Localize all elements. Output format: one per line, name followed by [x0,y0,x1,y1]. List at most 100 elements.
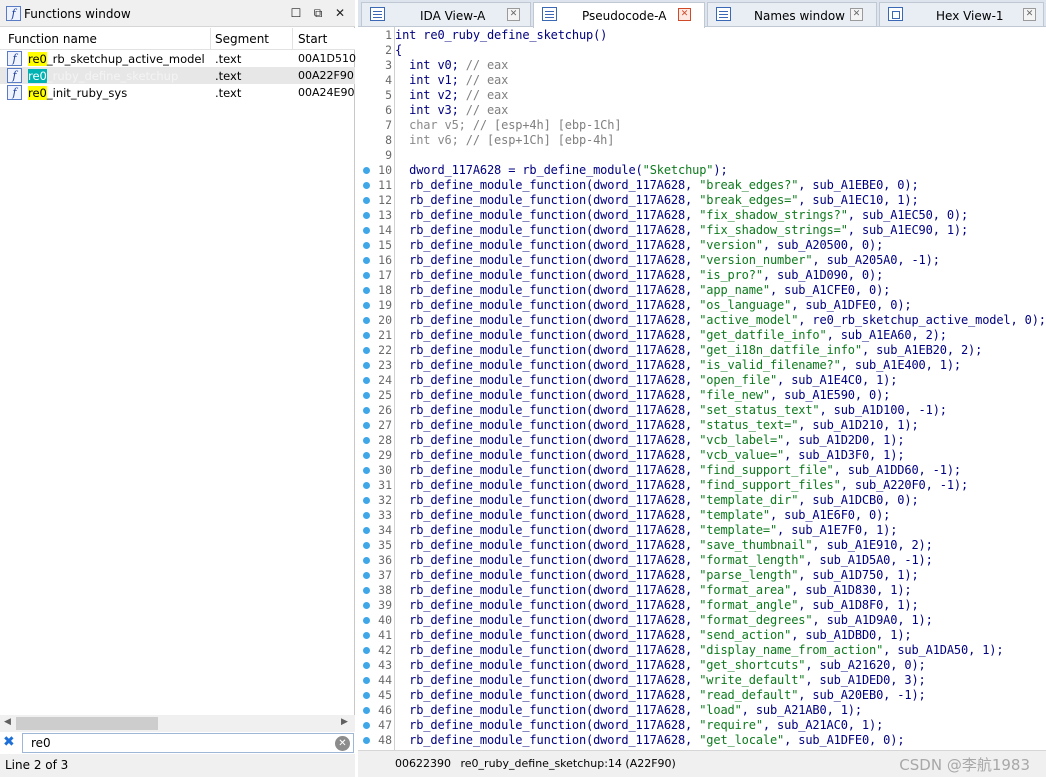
breakpoint-dot-icon[interactable] [363,662,370,669]
code-line[interactable]: 23 rb_define_module_function(dword_117A6… [358,358,1046,373]
tab-close-icon[interactable]: ✕ [678,8,691,21]
code-line[interactable]: 3 int v0; // eax [358,58,1046,73]
code-line[interactable]: 24 rb_define_module_function(dword_117A6… [358,373,1046,388]
tab-names-window[interactable]: Names window ✕ [707,2,877,26]
breakpoint-dot-icon[interactable] [363,572,370,579]
code-line[interactable]: 45 rb_define_module_function(dword_117A6… [358,688,1046,703]
pseudocode-view[interactable]: 1 int re0_ruby_define_sketchup() 2{3 int v… [358,27,1046,750]
code-line[interactable]: 21 rb_define_module_function(dword_117A6… [358,328,1046,343]
close-icon[interactable]: ✕ [331,4,349,22]
breakpoint-dot-icon[interactable] [363,692,370,699]
breakpoint-dot-icon[interactable] [363,227,370,234]
code-line[interactable]: 46 rb_define_module_function(dword_117A6… [358,703,1046,718]
code-line[interactable]: 11 rb_define_module_function(dword_117A6… [358,178,1046,193]
code-line[interactable]: 27 rb_define_module_function(dword_117A6… [358,418,1046,433]
tab-hex-view-1[interactable]: Hex View-1 ✕ [879,2,1044,26]
breakpoint-dot-icon[interactable] [363,347,370,354]
code-line[interactable]: 6 int v3; // eax [358,103,1046,118]
code-line[interactable]: 5 int v2; // eax [358,88,1046,103]
breakpoint-dot-icon[interactable] [363,167,370,174]
code-line[interactable]: 4 int v1; // eax [358,73,1046,88]
code-line[interactable]: 20 rb_define_module_function(dword_117A6… [358,313,1046,328]
column-function-name[interactable]: Function name [8,32,97,46]
breakpoint-dot-icon[interactable] [363,497,370,504]
breakpoint-dot-icon[interactable] [363,437,370,444]
code-line[interactable]: 10 dword_117A628 = rb_define_module("Ske… [358,163,1046,178]
breakpoint-dot-icon[interactable] [363,557,370,564]
code-line[interactable]: 41 rb_define_module_function(dword_117A6… [358,628,1046,643]
code-line[interactable]: 48 rb_define_module_function(dword_117A6… [358,733,1046,748]
breakpoint-dot-icon[interactable] [363,707,370,714]
breakpoint-dot-icon[interactable] [363,302,370,309]
breakpoint-dot-icon[interactable] [363,527,370,534]
code-line[interactable]: 12 rb_define_module_function(dword_117A6… [358,193,1046,208]
code-line[interactable]: 36 rb_define_module_function(dword_117A6… [358,553,1046,568]
breakpoint-dot-icon[interactable] [363,212,370,219]
breakpoint-dot-icon[interactable] [363,422,370,429]
breakpoint-dot-icon[interactable] [363,272,370,279]
scroll-left-icon[interactable]: ◀ [4,717,11,727]
code-line[interactable]: 34 rb_define_module_function(dword_117A6… [358,523,1046,538]
tab-close-icon[interactable]: ✕ [507,8,520,21]
horizontal-scrollbar[interactable]: ◀ ▶ [0,715,355,732]
breakpoint-dot-icon[interactable] [363,407,370,414]
breakpoint-dot-icon[interactable] [363,287,370,294]
breakpoint-dot-icon[interactable] [363,482,370,489]
breakpoint-dot-icon[interactable] [363,467,370,474]
breakpoint-dot-icon[interactable] [363,542,370,549]
code-line[interactable]: 42 rb_define_module_function(dword_117A6… [358,643,1046,658]
code-line[interactable]: 13 rb_define_module_function(dword_117A6… [358,208,1046,223]
restore-icon[interactable]: ☐ [287,4,305,22]
function-row[interactable]: f re0_ruby_define_sketchup .text 00A22F90 [0,67,355,84]
function-row[interactable]: f re0_rb_sketchup_active_model .text 00A1D5… [0,50,356,67]
code-line[interactable]: 33 rb_define_module_function(dword_117A6… [358,508,1046,523]
code-line[interactable]: 35 rb_define_module_function(dword_117A6… [358,538,1046,553]
clear-filter-icon[interactable]: ✕ [335,736,350,751]
code-line[interactable]: 28 rb_define_module_function(dword_117A6… [358,433,1046,448]
function-row[interactable]: f re0_init_ruby_sys .text 00A24E90 [0,84,355,101]
breakpoint-dot-icon[interactable] [363,257,370,264]
code-line[interactable]: 25 rb_define_module_function(dword_117A6… [358,388,1046,403]
code-line[interactable]: 9 [358,148,1046,163]
code-line[interactable]: 16 rb_define_module_function(dword_117A6… [358,253,1046,268]
breakpoint-dot-icon[interactable] [363,197,370,204]
breakpoint-dot-icon[interactable] [363,512,370,519]
breakpoint-dot-icon[interactable] [363,377,370,384]
breakpoint-dot-icon[interactable] [363,332,370,339]
code-line[interactable]: 31 rb_define_module_function(dword_117A6… [358,478,1046,493]
code-line[interactable]: 26 rb_define_module_function(dword_117A6… [358,403,1046,418]
breakpoint-dot-icon[interactable] [363,737,370,744]
code-line[interactable]: 32 rb_define_module_function(dword_117A6… [358,493,1046,508]
breakpoint-dot-icon[interactable] [363,362,370,369]
code-line[interactable]: 22 rb_define_module_function(dword_117A6… [358,343,1046,358]
code-line[interactable]: 15 rb_define_module_function(dword_117A6… [358,238,1046,253]
breakpoint-dot-icon[interactable] [363,242,370,249]
code-line[interactable]: 30 rb_define_module_function(dword_117A6… [358,463,1046,478]
code-line[interactable]: 29 rb_define_module_function(dword_117A6… [358,448,1046,463]
code-line[interactable]: 14 rb_define_module_function(dword_117A6… [358,223,1046,238]
code-line[interactable]: 47 rb_define_module_function(dword_117A6… [358,718,1046,733]
breakpoint-dot-icon[interactable] [363,602,370,609]
breakpoint-dot-icon[interactable] [363,182,370,189]
breakpoint-dot-icon[interactable] [363,452,370,459]
tab-close-icon[interactable]: ✕ [1023,8,1036,21]
scrollbar-thumb[interactable] [16,717,158,730]
breakpoint-dot-icon[interactable] [363,632,370,639]
breakpoint-dot-icon[interactable] [363,392,370,399]
breakpoint-dot-icon[interactable] [363,677,370,684]
code-line[interactable]: 1 int re0_ruby_define_sketchup() [358,28,1046,43]
breakpoint-dot-icon[interactable] [363,587,370,594]
breakpoint-dot-icon[interactable] [363,617,370,624]
code-line[interactable]: 39 rb_define_module_function(dword_117A6… [358,598,1046,613]
code-line[interactable]: 7 char v5; // [esp+4h] [ebp-1Ch] [358,118,1046,133]
code-line[interactable]: 18 rb_define_module_function(dword_117A6… [358,283,1046,298]
column-segment[interactable]: Segment [215,32,269,46]
float-icon[interactable]: ⧉ [309,4,327,22]
tab-ida-view-a[interactable]: IDA View-A ✕ [361,2,531,26]
tab-close-icon[interactable]: ✕ [850,8,863,21]
filter-input[interactable] [22,733,354,753]
code-line[interactable]: 40 rb_define_module_function(dword_117A6… [358,613,1046,628]
scroll-right-icon[interactable]: ▶ [341,717,348,727]
code-line[interactable]: 19 rb_define_module_function(dword_117A6… [358,298,1046,313]
breakpoint-dot-icon[interactable] [363,647,370,654]
